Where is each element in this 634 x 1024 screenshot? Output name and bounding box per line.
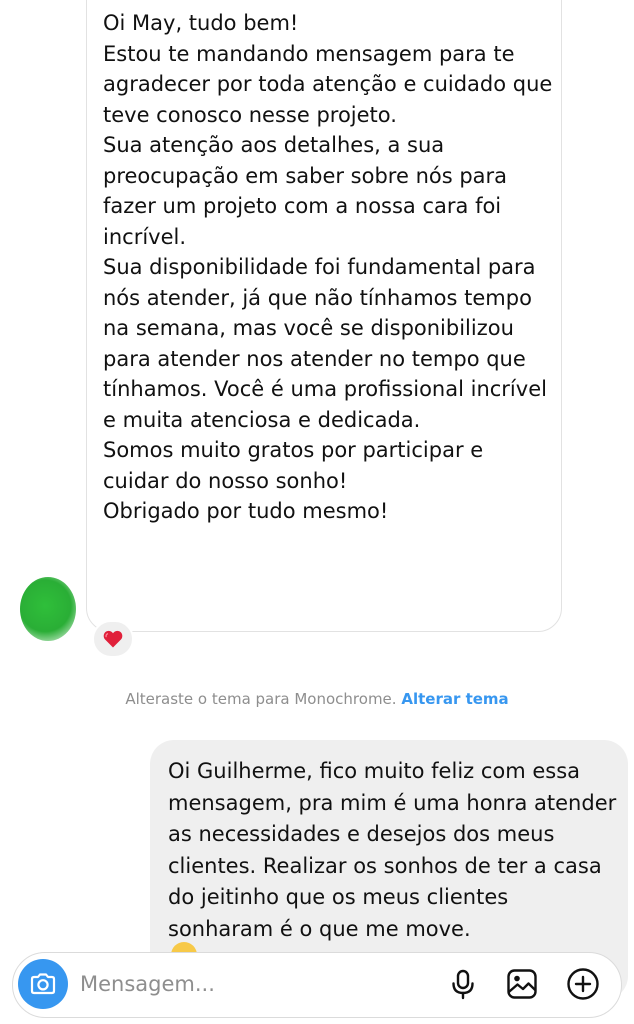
incoming-paragraph: Obrigado por tudo mesmo! (103, 499, 389, 523)
incoming-message-text: Oi May, tudo bem! Estou te mandando mens… (103, 8, 553, 527)
message-input[interactable] (80, 966, 410, 1002)
change-theme-link[interactable]: Alterar tema (401, 690, 508, 708)
heart-icon (103, 630, 123, 648)
incoming-paragraph: Somos muito gratos por participar e cuid… (103, 438, 484, 493)
outgoing-message-text: Oi Guilherme, fico muito feliz com essa … (168, 759, 617, 941)
sender-avatar[interactable] (20, 577, 76, 641)
incoming-paragraph: Estou te mandando mensagem para te agrad… (103, 41, 553, 127)
message-thread: Oi May, tudo bem! Estou te mandando mens… (0, 0, 634, 1024)
incoming-paragraph: Oi May, tudo bem! (103, 11, 299, 35)
message-reaction[interactable] (92, 620, 134, 658)
theme-change-text: Alteraste o tema para Monochrome. (125, 690, 397, 708)
add-button[interactable] (566, 967, 600, 1001)
incoming-paragraph: Sua disponibilidade foi fundamental para… (103, 255, 547, 432)
voice-button[interactable] (446, 967, 480, 1001)
camera-button[interactable] (18, 959, 68, 1009)
gallery-icon (507, 969, 537, 999)
incoming-paragraph: Sua atenção aos detalhes, a sua preocupa… (103, 133, 508, 249)
add-icon (567, 968, 599, 1000)
microphone-icon (452, 969, 474, 1000)
gallery-button[interactable] (505, 967, 539, 1001)
theme-change-notice: Alteraste o tema para Monochrome. Altera… (0, 690, 634, 708)
camera-icon (30, 973, 56, 995)
